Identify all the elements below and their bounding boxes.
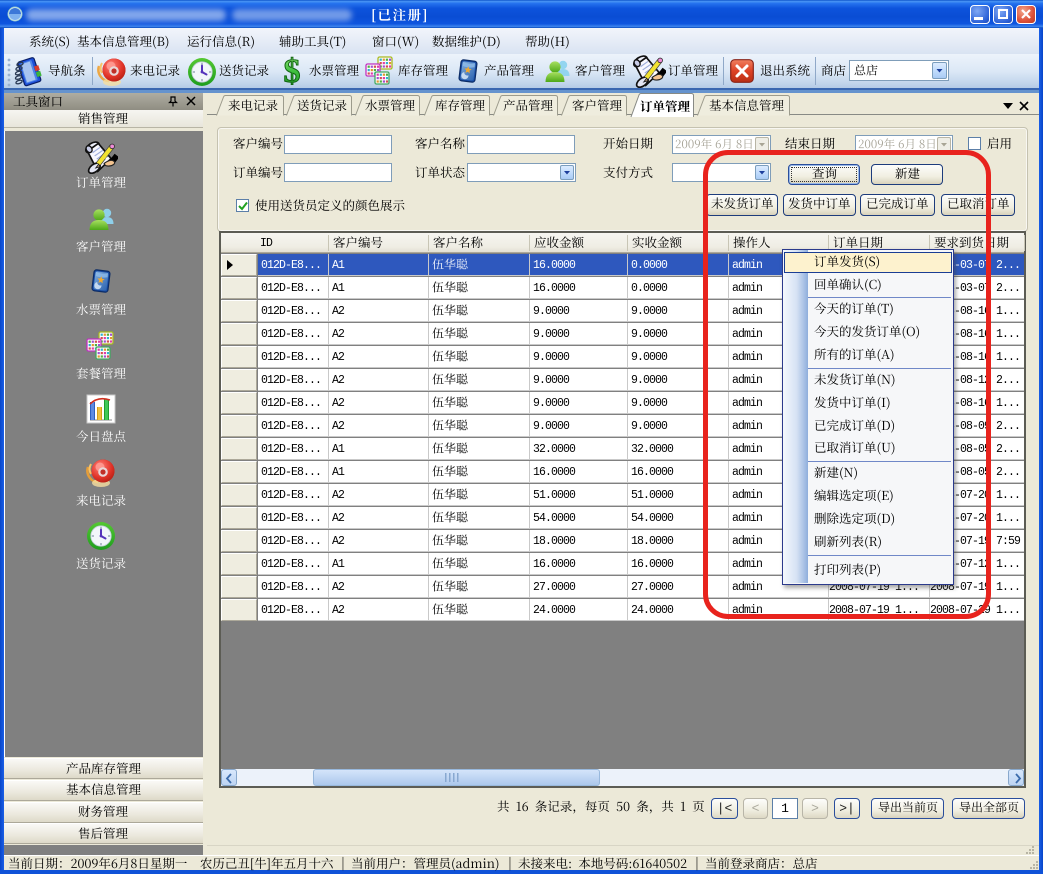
svg-text:$: $ — [284, 55, 301, 87]
